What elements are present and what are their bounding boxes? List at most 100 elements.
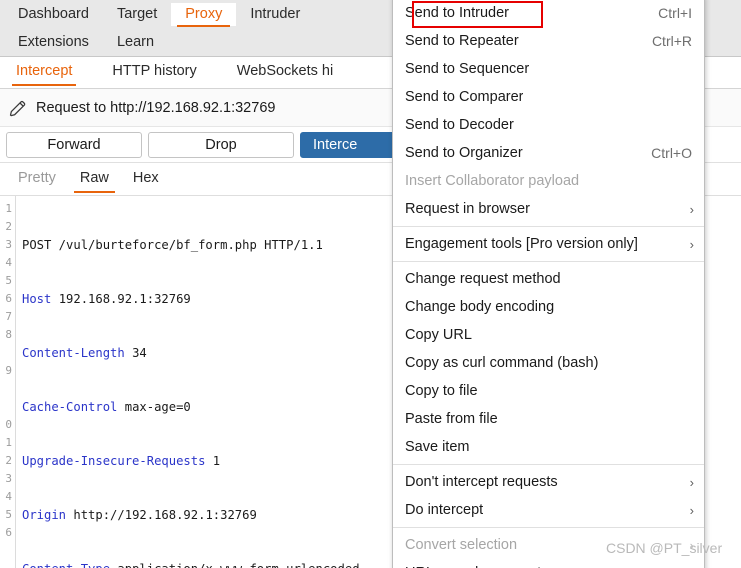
menu-item-accelerator: Ctrl+I (658, 5, 692, 21)
menu-item-dont-intercept-requests[interactable]: Don't intercept requests › (393, 468, 704, 496)
burp-suite-window: er er ⇄ W .5735 plica Dashboard Target P… (0, 0, 741, 568)
header-name: Content-Length (22, 346, 125, 360)
chevron-right-icon: › (689, 502, 694, 518)
menu-item-copy-to-file[interactable]: Copy to file (393, 377, 704, 405)
header-value: max-age=0 (117, 400, 191, 414)
menu-separator (393, 464, 704, 465)
menu-item-label: Insert Collaborator payload (405, 173, 580, 189)
menu-item-save-item[interactable]: Save item (393, 433, 704, 461)
line-number (0, 398, 15, 416)
context-menu[interactable]: Send to Intruder Ctrl+I Send to Repeater… (392, 0, 705, 568)
main-tab-target[interactable]: Target (103, 3, 171, 26)
header-name: Cache-Control (22, 400, 118, 414)
line-number: 4 (5, 490, 12, 503)
menu-item-label: Request in browser (405, 201, 530, 217)
menu-item-label: Send to Intruder (405, 5, 509, 21)
menu-item-send-to-organizer[interactable]: Send to Organizer Ctrl+O (393, 139, 704, 167)
main-tab-intruder[interactable]: Intruder (236, 3, 314, 26)
line-number: 2 (5, 220, 12, 233)
menu-item-paste-from-file[interactable]: Paste from file (393, 405, 704, 433)
line-number: 8 (5, 328, 12, 341)
request-title: Request to http://192.168.92.1:32769 (36, 99, 276, 116)
menu-item-label: Copy to file (405, 383, 478, 399)
line-number: 3 (5, 472, 12, 485)
chevron-right-icon: › (689, 474, 694, 490)
menu-item-label: Engagement tools [Pro version only] (405, 236, 638, 252)
menu-item-label: Send to Organizer (405, 145, 523, 161)
forward-button[interactable]: Forward (6, 131, 142, 158)
chevron-right-icon: › (689, 236, 694, 252)
line-number: 6 (5, 526, 12, 539)
line-number: 7 (5, 310, 12, 323)
menu-item-label: Copy as curl command (bash) (405, 355, 599, 371)
main-tab-dashboard[interactable]: Dashboard (4, 3, 103, 26)
menu-item-send-to-sequencer[interactable]: Send to Sequencer (393, 55, 704, 83)
sub-tab-http-history[interactable]: HTTP history (86, 59, 210, 86)
main-tab-proxy[interactable]: Proxy (171, 2, 237, 27)
header-value: application/x-www-form-urlencoded (110, 562, 359, 568)
line-number: 0 (5, 418, 12, 431)
menu-item-send-to-comparer[interactable]: Send to Comparer (393, 83, 704, 111)
menu-item-request-in-browser[interactable]: Request in browser › (393, 195, 704, 223)
view-tab-pretty[interactable]: Pretty (6, 166, 68, 193)
header-value: http://192.168.92.1:32769 (66, 508, 257, 522)
menu-item-send-to-intruder[interactable]: Send to Intruder Ctrl+I (393, 0, 704, 27)
view-tab-raw[interactable]: Raw (68, 166, 121, 193)
menu-separator (393, 527, 704, 528)
header-name: Host (22, 292, 52, 306)
header-value: 34 (124, 346, 147, 360)
line-number: 5 (5, 274, 12, 287)
menu-item-insert-collaborator-payload: Insert Collaborator payload (393, 167, 704, 195)
menu-item-label: Convert selection (405, 537, 518, 553)
menu-item-change-body-encoding[interactable]: Change body encoding (393, 293, 704, 321)
header-name: Upgrade-Insecure-Requests (22, 454, 206, 468)
pencil-icon (9, 100, 26, 116)
view-tab-hex[interactable]: Hex (121, 166, 171, 193)
menu-item-url-encode-as-you-type[interactable]: URL-encode as you type (393, 559, 704, 568)
menu-item-send-to-repeater[interactable]: Send to Repeater Ctrl+R (393, 27, 704, 55)
line-number: 5 (5, 508, 12, 521)
menu-item-label: Save item (405, 439, 470, 455)
header-name: Origin (22, 508, 67, 522)
menu-item-label: Send to Comparer (405, 89, 524, 105)
header-value: 1 (205, 454, 221, 468)
line-number: 1 (5, 436, 12, 449)
header-name: Content-Type (22, 562, 110, 568)
line-number: 3 (5, 238, 12, 251)
chevron-right-icon: › (689, 201, 694, 217)
menu-item-label: Send to Sequencer (405, 61, 530, 77)
menu-item-accelerator: Ctrl+O (651, 145, 692, 161)
menu-item-accelerator: Ctrl+R (651, 33, 692, 49)
line-number: 4 (5, 256, 12, 269)
line-number (0, 344, 15, 362)
menu-item-label: Paste from file (405, 411, 498, 427)
request-line-text: POST /vul/burteforce/bf_form.php HTTP/1.… (22, 238, 323, 252)
line-number-gutter: 1 2 3 4 5 6 7 8 9 0 1 2 3 4 5 6 (0, 196, 16, 568)
menu-item-do-intercept[interactable]: Do intercept › (393, 496, 704, 524)
watermark-text: CSDN @PT_silver (606, 540, 723, 556)
line-number: 1 (5, 202, 12, 215)
menu-item-label: Change body encoding (405, 299, 555, 315)
menu-item-label: Send to Decoder (405, 117, 514, 133)
line-number: 9 (5, 364, 12, 377)
drop-button[interactable]: Drop (148, 131, 294, 158)
menu-item-label: Don't intercept requests (405, 474, 558, 490)
menu-item-copy-url[interactable]: Copy URL (393, 321, 704, 349)
header-value: 192.168.92.1:32769 (51, 292, 191, 306)
menu-separator (393, 226, 704, 227)
menu-item-change-request-method[interactable]: Change request method (393, 265, 704, 293)
main-tab-extensions[interactable]: Extensions (4, 31, 103, 54)
menu-item-label: Change request method (405, 271, 561, 287)
line-number: 6 (5, 292, 12, 305)
menu-item-copy-as-curl-command[interactable]: Copy as curl command (bash) (393, 349, 704, 377)
main-tab-learn[interactable]: Learn (103, 31, 168, 54)
menu-item-label: Copy URL (405, 327, 472, 343)
menu-item-label: Do intercept (405, 502, 484, 518)
line-number: 2 (5, 454, 12, 467)
menu-item-send-to-decoder[interactable]: Send to Decoder (393, 111, 704, 139)
line-number (0, 380, 15, 398)
menu-item-engagement-tools[interactable]: Engagement tools [Pro version only] › (393, 230, 704, 258)
sub-tab-intercept[interactable]: Intercept (6, 59, 86, 86)
menu-item-label: Send to Repeater (405, 33, 519, 49)
sub-tab-websockets-history[interactable]: WebSockets hi (211, 59, 347, 86)
